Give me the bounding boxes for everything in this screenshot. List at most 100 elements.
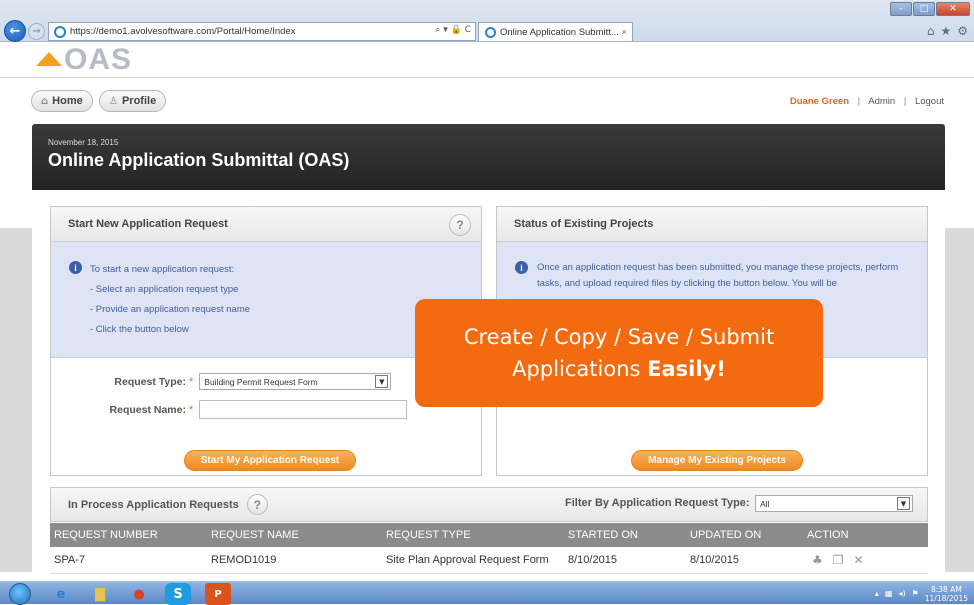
page-title: Online Application Submittal (OAS) [48,150,350,170]
house-logo-icon [36,52,62,66]
table-row[interactable]: SPA-7 REMOD1019 Site Plan Approval Reque… [50,547,928,574]
copy-icon[interactable]: ❐ [833,553,844,567]
filter-value: All [760,498,770,509]
browser-chrome: ← → https://demo1.avolvesoftware.com/Por… [0,0,974,42]
new-request-title: Start New Application Request [68,218,228,230]
ie-icon [54,25,66,38]
delete-icon[interactable]: ✕ [854,553,864,567]
chrome-taskbar-icon[interactable]: ● [121,583,157,605]
column-header[interactable]: REQUEST TYPE [386,523,471,547]
column-header[interactable]: UPDATED ON [690,523,761,547]
volume-icon[interactable]: ◂) [898,589,905,598]
close-icon[interactable]: ✕ [936,2,970,16]
updated-on-cell: 8/10/2015 [690,554,739,566]
info-line: - Select an application request type [90,284,239,295]
clock-date: 11/18/2015 [924,593,968,603]
profile-button[interactable]: ♙ Profile [99,90,167,112]
person-icon: ♙ [109,95,118,107]
maximize-icon[interactable]: □ [913,2,935,16]
user-links: Duane Green | Admin | Logout [790,96,944,107]
request-number-cell: SPA-7 [54,554,85,566]
new-request-header: Start New Application Request ? [51,207,481,242]
chevron-down-icon[interactable]: ▼ [375,375,389,388]
url-text: https://demo1.avolvesoftware.com/Portal/… [70,26,296,37]
callout-line-1: Create / Copy / Save / Submit [463,325,775,349]
browser-tab[interactable]: Online Application Submitt... × [478,22,633,41]
ie-taskbar-icon[interactable]: e [43,583,79,605]
home-button[interactable]: ⌂ Home [31,90,93,112]
manage-projects-button[interactable]: Manage My Existing Projects [631,450,803,471]
request-name-row: Request Name: * [51,400,408,419]
filter-label: Filter By Application Request Type: [565,497,750,509]
column-header: ACTION [807,529,849,541]
forward-arrow-icon[interactable]: → [28,23,45,40]
home-icon: ⌂ [41,95,49,107]
address-bar[interactable]: https://demo1.avolvesoftware.com/Portal/… [48,22,476,41]
request-type-row: Request Type: * Building Permit Request … [51,373,392,390]
action-cell: ♣ ❐ ✕ [812,547,864,573]
tab-close-icon[interactable]: × [621,27,627,38]
in-process-title: In Process Application Requests [68,498,239,511]
profile-label: Profile [121,95,157,107]
system-tray: ▴ ▦ ◂) ⚑ 8:38 AM 11/18/2015 [824,582,974,605]
required-mark: * [189,375,194,388]
tray-arrow-icon[interactable]: ▴ [875,589,879,598]
skype-taskbar-icon[interactable]: S [165,583,191,605]
existing-projects-header: Status of Existing Projects [497,207,927,242]
oas-logo[interactable]: OAS [36,42,132,76]
help-icon[interactable]: ? [449,214,471,236]
settings-gear-icon[interactable]: ⚙ [957,24,968,38]
logo-text: OAS [64,43,133,76]
request-type-select[interactable]: Building Permit Request Form ▼ [199,373,392,390]
required-mark: * [189,403,194,416]
address-controls[interactable]: ⌕ ▾ 🔒 C [435,25,471,35]
back-arrow-icon[interactable]: ← [4,20,26,42]
request-type-value: Building Permit Request Form [204,376,318,387]
request-type-cell: Site Plan Approval Request Form [386,554,549,566]
separator: | [903,96,907,107]
tab-title: Online Application Submitt... [500,26,619,38]
home-icon[interactable]: ⌂ [927,24,935,38]
existing-info-text: Once an application request has been sub… [537,262,899,289]
powerpoint-taskbar-icon[interactable]: P [205,583,231,605]
start-button-icon[interactable] [9,583,31,605]
browser-tools: ⌂ ★ ⚙ [927,24,968,38]
flag-icon[interactable]: ⚑ [912,589,919,598]
user-name-link[interactable]: Duane Green [790,96,849,107]
column-header[interactable]: STARTED ON [568,523,638,547]
logout-link[interactable]: Logout [915,96,944,107]
callout-emphasis: Easily! [647,357,726,381]
info-line: To start a new application request: [90,264,235,275]
filter-select[interactable]: All ▼ [755,495,913,512]
header-divider [0,77,974,78]
started-on-cell: 8/10/2015 [568,554,617,566]
ie-icon [485,26,496,38]
request-name-cell: REMOD1019 [211,554,277,566]
start-application-button[interactable]: Start My Application Request [184,450,356,471]
clock-time: 8:38 AM [930,584,962,594]
help-icon[interactable]: ? [246,494,268,515]
table-header: REQUEST NUMBER REQUEST NAME REQUEST TYPE… [50,523,928,547]
existing-projects-title: Status of Existing Projects [514,218,654,230]
request-name-input[interactable] [199,400,408,419]
windows-taskbar: e ▇ ● S P ▴ ▦ ◂) ⚑ 8:38 AM 11/18/2015 [0,581,974,605]
request-type-label: Request Type: [114,375,186,388]
separator: | [857,96,861,107]
banner-date: November 18, 2015 [48,138,119,147]
promo-callout: Create / Copy / Save / Submit Applicatio… [415,299,823,407]
tree-icon[interactable]: ♣ [812,553,823,567]
page-banner: November 18, 2015 Online Application Sub… [32,124,945,190]
info-icon: i [515,261,528,274]
request-name-label: Request Name: [109,403,186,416]
column-header[interactable]: REQUEST NAME [211,523,299,547]
folder-taskbar-icon[interactable]: ▇ [82,583,118,605]
column-header[interactable]: REQUEST NUMBER [54,523,158,547]
home-label: Home [52,95,83,107]
minimize-icon[interactable]: – [890,2,912,16]
admin-link[interactable]: Admin [868,96,895,107]
favorites-star-icon[interactable]: ★ [940,24,951,38]
clock[interactable]: 8:38 AM 11/18/2015 [925,585,968,603]
window-buttons: – □ ✕ [890,2,970,16]
network-icon[interactable]: ▦ [885,589,893,598]
chevron-down-icon[interactable]: ▼ [897,497,910,510]
